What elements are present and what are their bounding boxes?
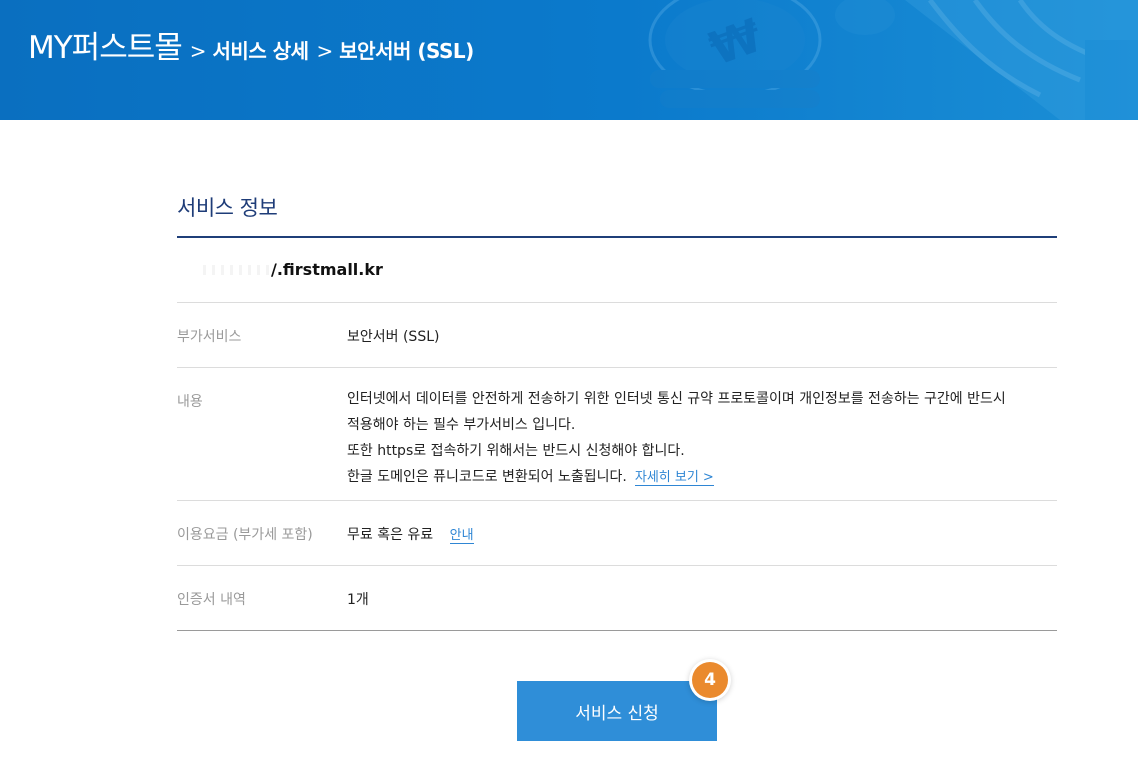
breadcrumb-ssl: 보안서버 (SSL): [339, 39, 474, 63]
domain-row: /.firstmall.kr: [177, 238, 1057, 303]
breadcrumb: MY퍼스트몰 > 서비스 상세 > 보안서버 (SSL): [28, 22, 474, 72]
fee-value: 무료 혹은 유료: [347, 527, 434, 543]
masked-subdomain: [197, 265, 269, 275]
description-line: 인터넷에서 데이터를 안전하게 전송하기 위한 인터넷 통신 규약 프로토콜이며…: [347, 391, 1006, 407]
addon-service-row: 부가서비스 보안서버 (SSL): [177, 303, 1057, 368]
fee-label: 이용요금 (부가세 포함): [177, 527, 313, 543]
description-line: 또한 https로 접속하기 위해서는 반드시 신청해야 합니다.: [347, 443, 685, 459]
step-number-badge: 4: [692, 662, 728, 698]
certificate-label: 인증서 내역: [177, 592, 246, 608]
certificate-row: 인증서 내역 1개: [177, 566, 1057, 631]
content-description: 인터넷에서 데이터를 안전하게 전송하기 위한 인터넷 통신 규약 프로토콜이며…: [347, 386, 1006, 491]
breadcrumb-service-detail[interactable]: 서비스 상세: [213, 35, 309, 64]
domain-name: /.firstmall.kr: [271, 260, 383, 279]
description-line: 한글 도메인은 퓨니코드로 변환되어 노출됩니다. 자세히 보기 >: [347, 464, 1006, 491]
header-banner: ₩ MY퍼스트몰 > 서비스 상세 > 보안서버 (SSL): [0, 0, 1138, 120]
addon-service-label: 부가서비스: [177, 329, 242, 345]
apply-service-button[interactable]: 서비스 신청: [517, 681, 717, 741]
breadcrumb-home[interactable]: MY퍼스트몰: [28, 22, 183, 67]
section-title: 서비스 정보: [177, 196, 278, 220]
fee-row: 이용요금 (부가세 포함) 무료 혹은 유료 안내: [177, 501, 1057, 566]
fee-value-group: 무료 혹은 유료 안내: [347, 524, 474, 544]
description-line: 적용해야 하는 필수 부가서비스 입니다.: [347, 417, 576, 433]
certificate-count: 1개: [347, 592, 369, 608]
more-details-link[interactable]: 자세히 보기 >: [634, 470, 714, 486]
content-label: 내용: [177, 394, 203, 410]
fee-guide-link[interactable]: 안내: [449, 528, 474, 544]
description-line-text: 한글 도메인은 퓨니코드로 변환되어 노출됩니다.: [347, 469, 627, 485]
addon-service-value: 보안서버 (SSL): [347, 329, 440, 345]
content-row: 내용 인터넷에서 데이터를 안전하게 전송하기 위한 인터넷 통신 규약 프로토…: [177, 368, 1057, 501]
breadcrumb-separator: >: [189, 39, 207, 63]
breadcrumb-separator: >: [316, 39, 334, 63]
